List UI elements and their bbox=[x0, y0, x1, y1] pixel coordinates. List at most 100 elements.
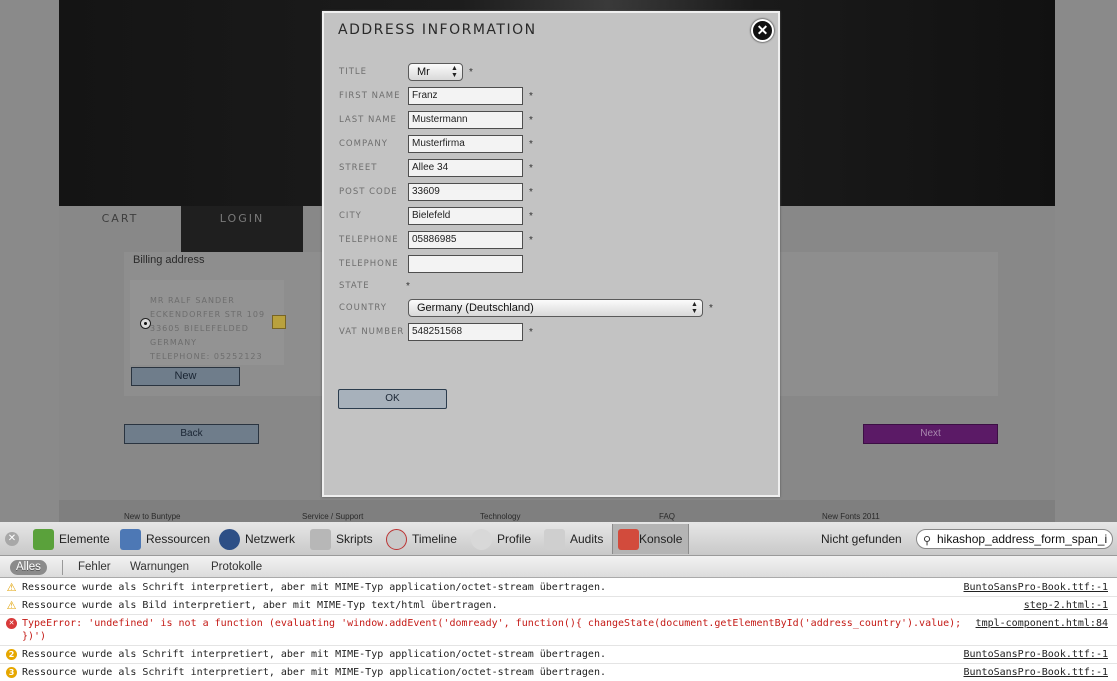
edit-address-icon[interactable] bbox=[272, 315, 286, 329]
search-value: hikashop_address_form_span_i bbox=[937, 532, 1108, 546]
step-login[interactable]: LOGIN bbox=[181, 206, 303, 252]
first-name-input[interactable]: Franz bbox=[408, 87, 523, 105]
log-message: Ressource wurde als Bild interpretiert, … bbox=[22, 600, 498, 611]
required-mark: * bbox=[529, 235, 533, 246]
title-select[interactable]: Mr ▲ ▼ bbox=[408, 63, 463, 81]
tab-label: Audits bbox=[570, 532, 604, 546]
filter-all[interactable]: Alles bbox=[10, 560, 47, 575]
web-inspector: ✕ Elemente Ressourcen Netzwerk Skripts T… bbox=[0, 522, 1117, 681]
required-mark: * bbox=[529, 211, 533, 222]
required-mark: * bbox=[406, 281, 410, 292]
country-select[interactable]: Germany (Deutschland) ▲ ▼ bbox=[408, 299, 703, 317]
resources-icon bbox=[120, 529, 141, 550]
field-label: POST CODE bbox=[339, 187, 398, 197]
ok-button[interactable]: OK bbox=[338, 389, 447, 409]
tab-timeline[interactable]: Timeline bbox=[386, 524, 457, 554]
tab-label: Profile bbox=[497, 532, 532, 546]
footer-link[interactable]: New Fonts 2011 bbox=[822, 512, 880, 521]
company-input[interactable]: Musterfirma bbox=[408, 135, 523, 153]
log-source-link[interactable]: BuntoSansPro-Book.ttf:-1 bbox=[964, 581, 1109, 594]
field-label: LAST NAME bbox=[339, 115, 397, 125]
telephone-input[interactable]: 05886985 bbox=[408, 231, 523, 249]
required-mark: * bbox=[529, 115, 533, 126]
tab-netzwerk[interactable]: Netzwerk bbox=[219, 524, 295, 554]
vat-number-input[interactable]: 548251568 bbox=[408, 323, 523, 341]
log-source-link[interactable]: BuntoSansPro-Book.ttf:-1 bbox=[964, 648, 1109, 661]
footer-link[interactable]: FAQ bbox=[659, 512, 675, 521]
profiles-icon bbox=[471, 529, 492, 550]
log-message: Ressource wurde als Schrift interpretier… bbox=[22, 582, 606, 593]
footer-link[interactable]: Technology bbox=[480, 512, 520, 521]
field-label: TELEPHONE bbox=[339, 235, 399, 245]
field-street: STREET Allee 34 * bbox=[339, 159, 769, 179]
next-button[interactable]: Next bbox=[863, 424, 998, 444]
console-filter-bar: Alles Fehler Warnungen Protokolle bbox=[0, 556, 1117, 578]
field-label: COMPANY bbox=[339, 139, 388, 149]
field-label: TELEPHONE bbox=[339, 259, 399, 269]
tab-label: Elemente bbox=[59, 532, 110, 546]
city-input[interactable]: Bielefeld bbox=[408, 207, 523, 225]
filter-warnings[interactable]: Warnungen bbox=[130, 560, 189, 575]
search-input[interactable]: ⚲ hikashop_address_form_span_i bbox=[916, 529, 1113, 549]
close-inspector-icon[interactable]: ✕ bbox=[5, 532, 19, 546]
log-source-link[interactable]: BuntoSansPro-Book.ttf:-1 bbox=[964, 666, 1109, 679]
required-mark: * bbox=[529, 187, 533, 198]
step-cart[interactable]: CART bbox=[59, 206, 181, 252]
field-label: STATE bbox=[339, 281, 370, 291]
log-entry: 3 Ressource wurde als Schrift interpreti… bbox=[0, 664, 1117, 681]
modal-title: ADDRESS INFORMATION bbox=[338, 22, 537, 38]
log-source-link[interactable]: step-2.html:-1 bbox=[1024, 599, 1108, 612]
log-message: Ressource wurde als Schrift interpretier… bbox=[22, 649, 606, 660]
tab-skripts[interactable]: Skripts bbox=[310, 524, 373, 554]
tab-label: Netzwerk bbox=[245, 532, 296, 546]
address-line: TELEPHONE: 05252123 bbox=[150, 352, 263, 361]
last-name-input[interactable]: Mustermann bbox=[408, 111, 523, 129]
tab-konsole[interactable]: Konsole bbox=[612, 524, 690, 554]
select-arrows-icon: ▲ ▼ bbox=[691, 301, 698, 315]
street-input[interactable]: Allee 34 bbox=[408, 159, 523, 177]
close-icon[interactable]: ✕ bbox=[751, 19, 774, 42]
repeat-count-badge: 3 bbox=[6, 667, 17, 678]
tab-label: Ressourcen bbox=[146, 532, 211, 546]
tab-elemente[interactable]: Elemente bbox=[33, 524, 110, 554]
log-entry: ⚠ Ressource wurde als Bild interpretiert… bbox=[0, 597, 1117, 615]
field-last-name: LAST NAME Mustermann * bbox=[339, 111, 769, 131]
footer-link[interactable]: New to Buntype bbox=[124, 512, 180, 521]
log-message: Ressource wurde als Schrift interpretier… bbox=[22, 667, 606, 678]
console-log: ⚠ Ressource wurde als Schrift interpreti… bbox=[0, 579, 1117, 681]
field-country: COUNTRY Germany (Deutschland) ▲ ▼ * bbox=[339, 299, 769, 319]
field-first-name: FIRST NAME Franz * bbox=[339, 87, 769, 107]
required-mark: * bbox=[529, 91, 533, 102]
tab-audits[interactable]: Audits bbox=[544, 524, 603, 554]
tab-label: Skripts bbox=[336, 532, 373, 546]
field-label: VAT NUMBER bbox=[339, 327, 405, 337]
search-result-status: Nicht gefunden bbox=[821, 532, 902, 546]
inspector-toolbar: ✕ Elemente Ressourcen Netzwerk Skripts T… bbox=[0, 522, 1117, 556]
footer-link[interactable]: Service / Support bbox=[302, 512, 363, 521]
log-source-link[interactable]: tmpl-component.html:84 bbox=[976, 617, 1108, 630]
required-mark: * bbox=[529, 327, 533, 338]
field-post-code: POST CODE 33609 * bbox=[339, 183, 769, 203]
filter-logs[interactable]: Protokolle bbox=[211, 560, 262, 575]
back-button[interactable]: Back bbox=[124, 424, 259, 444]
select-arrows-icon: ▲ ▼ bbox=[451, 65, 458, 79]
filter-errors[interactable]: Fehler bbox=[78, 560, 111, 575]
field-city: CITY Bielefeld * bbox=[339, 207, 769, 227]
log-entry: 2 Ressource wurde als Schrift interpreti… bbox=[0, 646, 1117, 664]
tab-ressourcen[interactable]: Ressourcen bbox=[120, 524, 210, 554]
new-address-button[interactable]: New bbox=[131, 367, 240, 386]
required-mark: * bbox=[529, 163, 533, 174]
field-telephone: TELEPHONE 05886985 * bbox=[339, 231, 769, 251]
tab-profile[interactable]: Profile bbox=[471, 524, 531, 554]
field-label: TITLE bbox=[339, 67, 367, 77]
telephone-2-input[interactable] bbox=[408, 255, 523, 273]
field-label: STREET bbox=[339, 163, 378, 173]
repeat-count-badge: 2 bbox=[6, 649, 17, 660]
post-code-input[interactable]: 33609 bbox=[408, 183, 523, 201]
filter-divider bbox=[62, 560, 63, 575]
address-lines: MR RALF SANDER ECKENDORFER STR 109 33605… bbox=[150, 294, 265, 364]
address-line: ECKENDORFER STR 109 bbox=[150, 310, 266, 319]
timeline-icon bbox=[386, 529, 407, 550]
warning-icon: ⚠ bbox=[6, 599, 17, 612]
field-title: TITLE Mr ▲ ▼ * bbox=[339, 63, 769, 83]
